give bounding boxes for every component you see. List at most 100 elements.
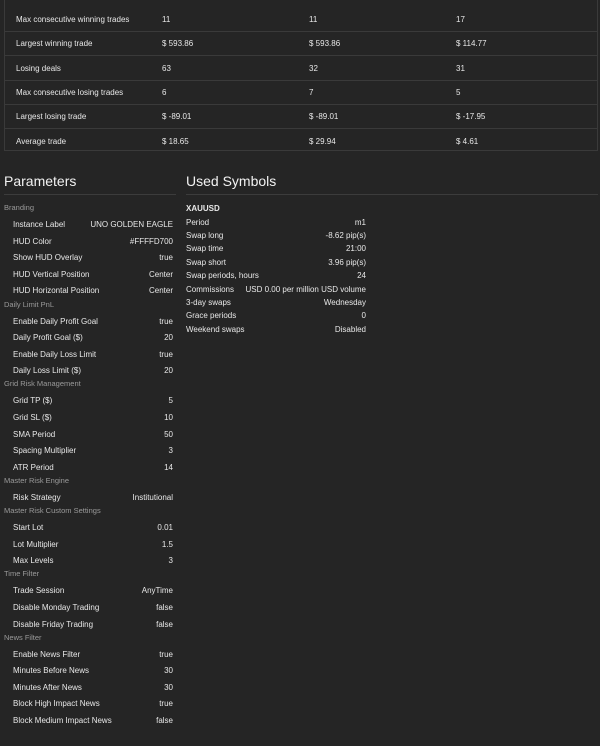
parameter-label: Minutes After News [13, 682, 82, 692]
parameter-row: Minutes Before News 30 [0, 663, 178, 679]
parameter-row: Grid SL ($) 10 [0, 410, 178, 426]
symbols-divider [186, 194, 598, 195]
parameter-row: HUD Horizontal Position Center [0, 283, 178, 299]
parameter-value: Center [148, 286, 173, 296]
parameter-group-header: Time Filter [4, 569, 40, 579]
symbol-property-label: Swap short [186, 257, 227, 267]
parameter-value: 20 [164, 333, 173, 343]
parameter-label: Block High Impact News [13, 699, 100, 709]
stats-label: Max consecutive winning trades [16, 15, 130, 24]
symbol-property-label: Swap time [186, 244, 224, 254]
stats-value: 17 [456, 15, 465, 24]
parameter-value: UNO GOLDEN EAGLE [90, 220, 173, 229]
parameter-value: 50 [164, 429, 173, 439]
symbol-property-row: Grace periods 0 [186, 309, 366, 322]
parameter-value: 3 [168, 446, 173, 456]
parameter-group-header: Master Risk Custom Settings [4, 506, 101, 515]
parameter-value: 10 [164, 413, 173, 422]
parameter-label: Grid TP ($) [13, 396, 53, 406]
parameter-value: 30 [164, 682, 173, 692]
parameter-group-header: Grid Risk Management [4, 379, 81, 389]
stats-value: 11 [309, 15, 318, 24]
symbol-property-label: Weekend swaps [186, 324, 245, 334]
stats-value: $ 114.77 [456, 39, 487, 49]
stats-row: Max consecutive losing trades 6 7 5 [5, 81, 597, 105]
parameter-value: true [159, 699, 173, 709]
stats-value: 6 [162, 87, 167, 97]
parameter-row: HUD Color #FFFFD700 [0, 234, 178, 250]
parameter-group-header: Branding [4, 203, 35, 212]
stats-value: 32 [309, 63, 318, 73]
stats-row: Average trade $ 18.65 $ 29.94 $ 4.61 [5, 130, 597, 154]
parameter-value: false [156, 602, 173, 612]
parameter-value: false [156, 619, 173, 629]
parameter-value: 30 [164, 666, 173, 676]
parameter-row: Max Levels 3 [0, 553, 178, 569]
parameter-label: Disable Monday Trading [13, 602, 100, 612]
symbol-property-value: m1 [354, 217, 366, 227]
stats-row: Max consecutive winning trades 11 11 17 [5, 8, 597, 32]
parameter-value: false [156, 716, 173, 725]
symbol-property-row: Swap time 21:00 [186, 242, 366, 255]
stats-value: $ -89.01 [309, 112, 339, 122]
parameter-label: Enable Daily Loss Limit [13, 349, 97, 359]
parameter-value: #FFFFD700 [129, 236, 173, 246]
parameter-row: Start Lot 0.01 [0, 520, 178, 536]
symbol-property-value: 24 [357, 271, 366, 281]
parameter-row: Disable Monday Trading false [0, 600, 178, 616]
symbol-property-label: Grace periods [186, 311, 237, 321]
parameter-value: true [159, 253, 173, 263]
stats-value: 63 [162, 63, 171, 73]
stats-value: $ -17.95 [456, 112, 486, 122]
stats-value: 5 [456, 87, 461, 97]
parameter-label: Risk Strategy [13, 492, 61, 502]
stats-label: Average trade [16, 136, 67, 146]
parameter-value: Center [148, 269, 173, 279]
parameter-row: HUD Vertical Position Center [0, 267, 178, 283]
parameter-label: Trade Session [13, 586, 65, 596]
stats-label: Largest winning trade [16, 39, 93, 49]
parameter-label: Minutes Before News [13, 666, 90, 676]
symbol-property-value: Disabled [334, 324, 366, 334]
symbol-property-label: Period [186, 217, 210, 227]
stats-value: 11 [162, 15, 171, 24]
parameter-row: Lot Multiplier 1.5 [0, 537, 178, 553]
parameter-row: Show HUD Overlay true [0, 250, 178, 266]
stats-label: Max consecutive losing trades [16, 87, 124, 97]
symbol-property-label: Commissions [186, 284, 235, 294]
parameter-row: Grid TP ($) 5 [0, 393, 178, 409]
stats-value: 7 [309, 87, 314, 97]
stats-value: $ 29.94 [309, 136, 336, 146]
symbol-property-row: Period m1 [186, 216, 366, 229]
parameter-row: Enable Daily Profit Goal true [0, 314, 178, 330]
symbol-property-row: Weekend swaps Disabled [186, 323, 366, 336]
parameter-row: Spacing Multiplier 3 [0, 443, 178, 459]
parameter-label: Enable News Filter [13, 649, 81, 659]
stats-value: $ 593.86 [309, 39, 341, 49]
parameters-title: Parameters [4, 173, 77, 189]
symbol-name: XAUUSD [186, 204, 220, 213]
parameter-label: Enable Daily Profit Goal [13, 316, 98, 326]
parameter-row: Enable News Filter true [0, 647, 178, 663]
symbol-property-label: Swap periods, hours [186, 271, 259, 281]
stats-value: $ 18.65 [162, 136, 189, 146]
symbol-property-row: Swap short 3.96 pip(s) [186, 256, 366, 269]
parameter-label: SMA Period [13, 429, 56, 439]
symbol-property-label: Swap long [186, 230, 224, 240]
parameter-label: Max Levels [13, 556, 54, 566]
parameter-value: 20 [164, 366, 173, 376]
parameter-group-header: Master Risk Engine [4, 475, 70, 485]
symbol-property-row: Commissions USD 0.00 per million USD volu… [186, 283, 366, 296]
parameter-label: HUD Vertical Position [13, 269, 90, 279]
parameter-label: Lot Multiplier [13, 539, 59, 549]
parameter-value: true [159, 649, 173, 659]
symbol-property-label: 3-day swaps [186, 297, 231, 307]
symbol-property-row: 3-day swaps Wednesday [186, 296, 366, 309]
parameter-value: 0.01 [157, 523, 173, 532]
stats-value: 31 [456, 63, 465, 73]
symbol-property-value: -8.62 pip(s) [325, 230, 366, 240]
symbols-title: Used Symbols [186, 173, 277, 189]
parameter-label: Daily Loss Limit ($) [13, 366, 82, 376]
stats-row: Losing deals 63 32 31 [5, 57, 597, 81]
parameter-row: Daily Loss Limit ($) 20 [0, 363, 178, 379]
